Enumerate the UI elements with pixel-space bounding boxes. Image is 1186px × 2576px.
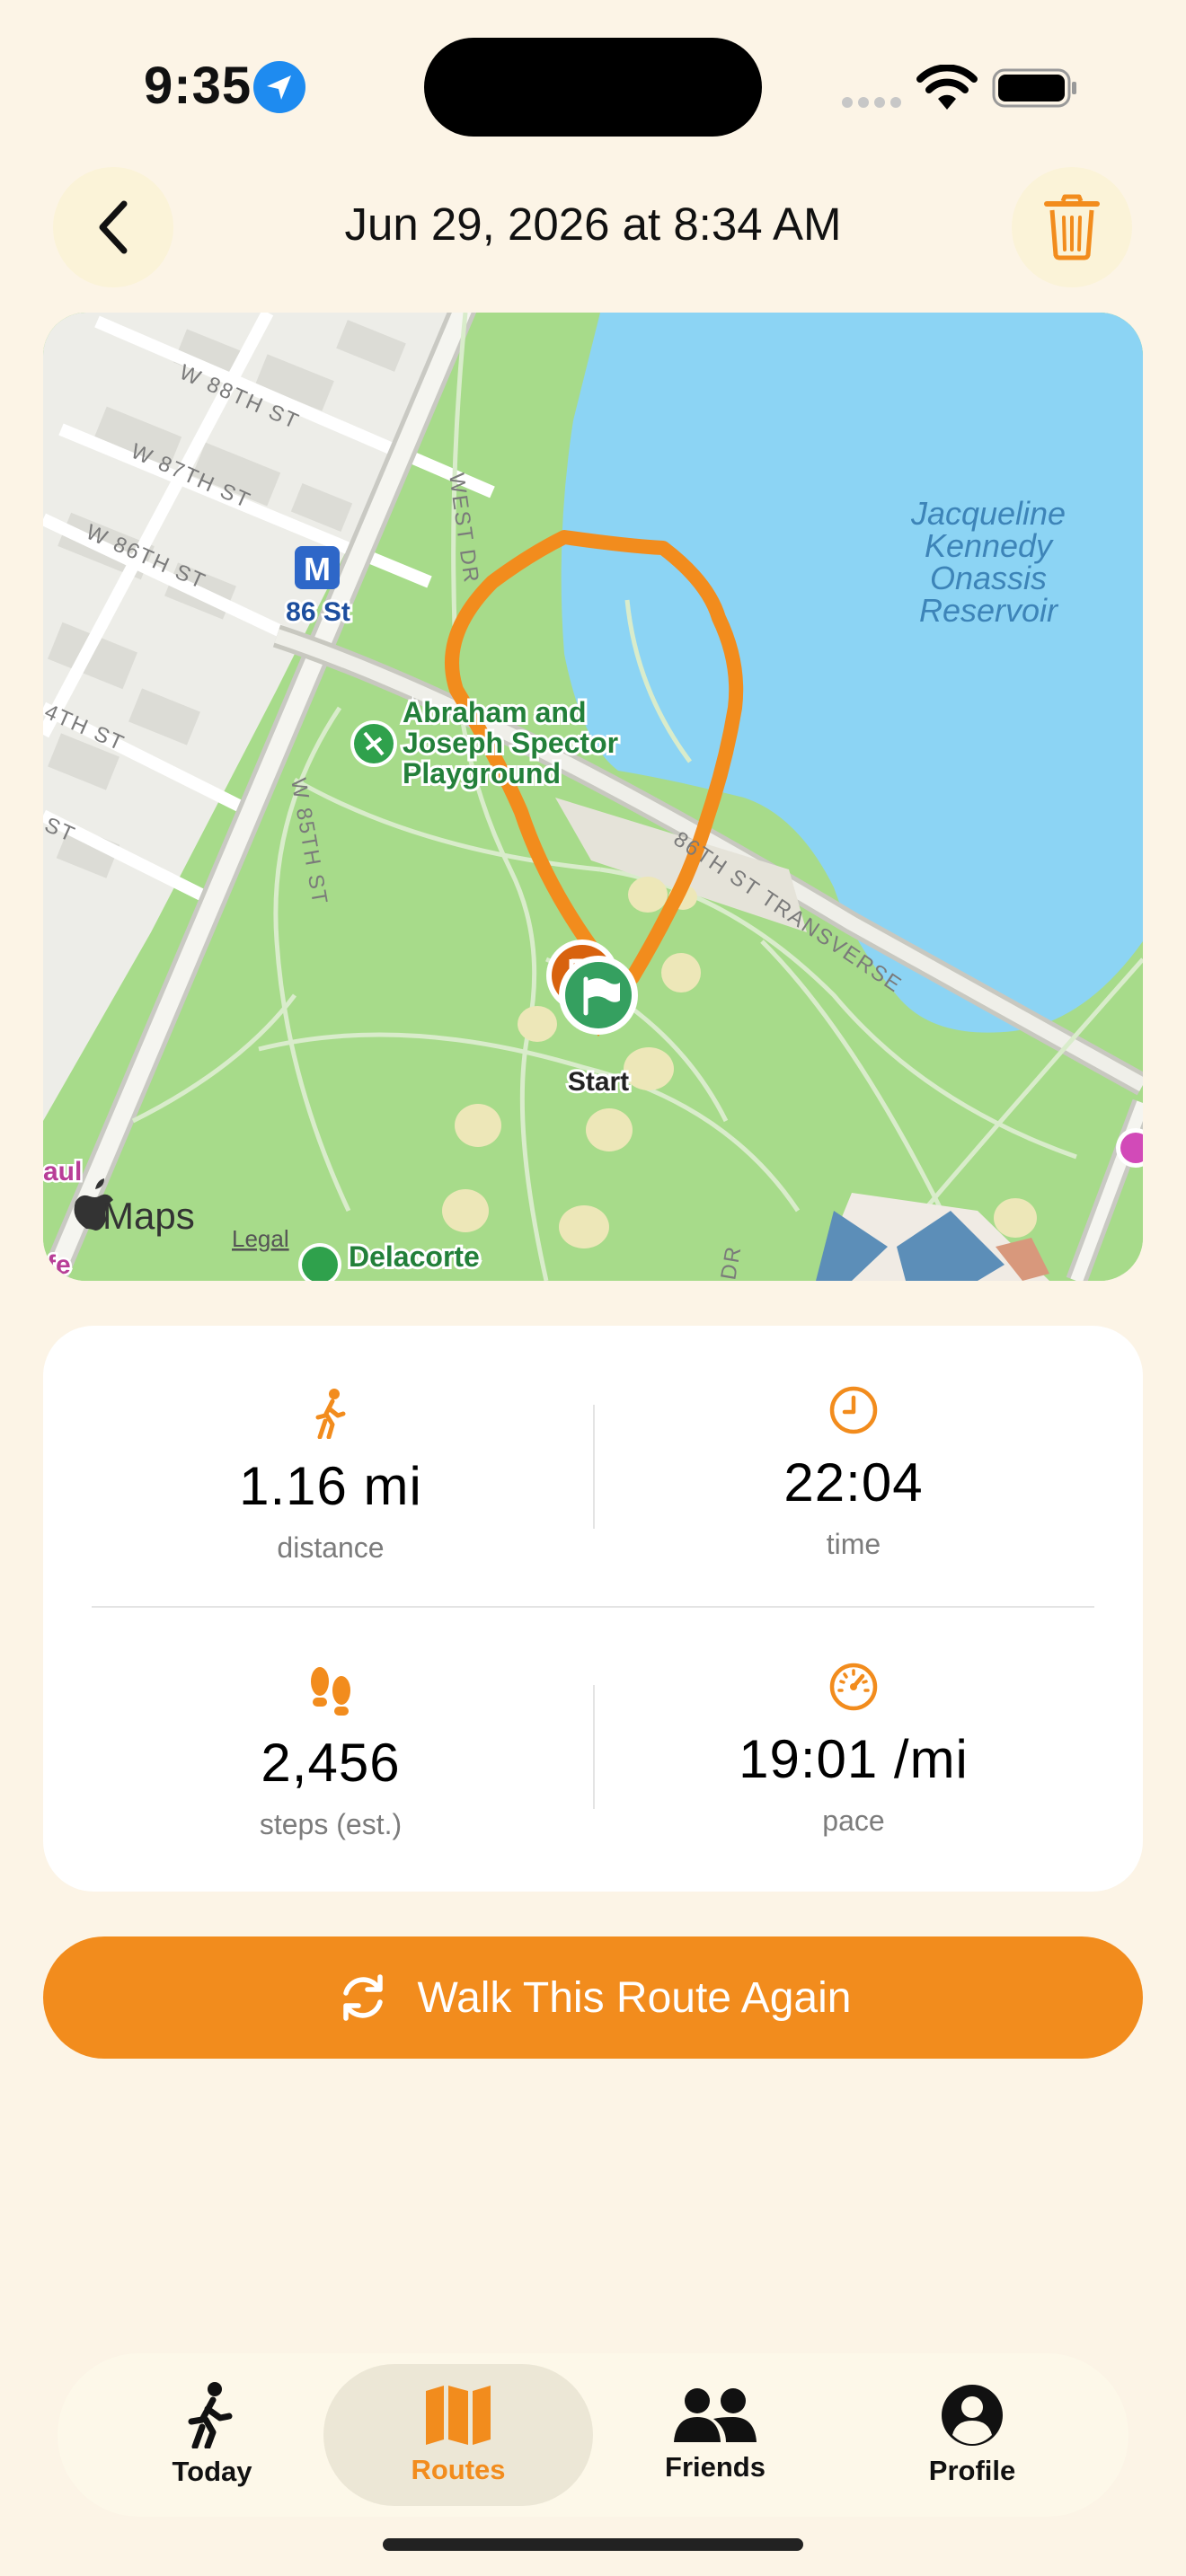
subway-marker[interactable]: M xyxy=(295,546,340,589)
speedometer-icon xyxy=(829,1663,878,1711)
stat-pace: 19:01 /mi pace xyxy=(602,1662,1105,1838)
stat-distance-value: 1.16 mi xyxy=(239,1456,422,1516)
reservoir-label-line4: Reservoir xyxy=(919,592,1059,629)
reservoir-label-line1: Jacqueline xyxy=(910,495,1066,532)
status-bar: 9:35 xyxy=(0,0,1186,162)
clock-icon xyxy=(829,1386,878,1434)
status-time: 9:35 xyxy=(144,57,252,115)
walk-route-again-label: Walk This Route Again xyxy=(417,1973,852,2022)
cellular-signal-icon xyxy=(842,97,901,108)
repeat-icon xyxy=(342,1974,383,2021)
edge-label-aul: aul xyxy=(43,1157,82,1187)
stats-divider-top xyxy=(593,1405,595,1529)
tab-profile-label: Profile xyxy=(928,2455,1016,2486)
tab-friends-label: Friends xyxy=(665,2451,766,2483)
chevron-left-icon xyxy=(99,200,128,254)
stat-distance-label: distance xyxy=(277,1531,385,1564)
stat-steps-value: 2,456 xyxy=(261,1733,401,1793)
home-indicator xyxy=(383,2538,803,2551)
stat-steps: 2,456 steps (est.) xyxy=(79,1665,582,1841)
reservoir-label-line2: Kennedy xyxy=(925,527,1054,564)
stat-time: 22:04 time xyxy=(602,1385,1105,1561)
playground-label-line2: Joseph Spector xyxy=(403,727,618,759)
tab-friends[interactable]: Friends xyxy=(580,2364,850,2506)
trash-icon xyxy=(1044,194,1100,260)
stat-time-value: 22:04 xyxy=(783,1452,924,1513)
tab-profile[interactable]: Profile xyxy=(837,2364,1107,2506)
delete-route-button[interactable] xyxy=(1012,167,1132,287)
tab-routes[interactable]: Routes xyxy=(323,2364,593,2506)
stat-distance: 1.16 mi distance xyxy=(79,1389,582,1565)
playground-label-line3: Playground xyxy=(403,757,561,790)
tab-bar: Today Routes Friends Profile xyxy=(58,2353,1128,2517)
route-map[interactable]: Start M 86 St Abraham and Joseph Spector… xyxy=(43,313,1143,1281)
stats-divider-bottom xyxy=(593,1685,595,1809)
subway-station-label: 86 St xyxy=(286,597,350,627)
people-icon xyxy=(674,2388,757,2442)
battery-icon xyxy=(992,68,1076,108)
wifi-icon xyxy=(916,65,978,110)
map-icon xyxy=(426,2386,491,2445)
stats-divider-middle xyxy=(92,1606,1094,1608)
stat-time-label: time xyxy=(826,1528,881,1560)
footprints-icon xyxy=(311,1667,350,1716)
theater-label: Delacorte xyxy=(349,1240,480,1273)
maps-brand-label: Maps xyxy=(102,1195,195,1237)
start-label: Start xyxy=(568,1067,629,1097)
tab-today-label: Today xyxy=(172,2456,252,2487)
playground-marker[interactable] xyxy=(350,720,397,767)
dynamic-island xyxy=(424,38,762,137)
stat-pace-value: 19:01 /mi xyxy=(739,1729,969,1789)
subway-letter: M xyxy=(304,551,331,587)
location-arrow-icon xyxy=(253,61,305,113)
playground-label-line1: Abraham and xyxy=(403,696,586,728)
walking-person-icon xyxy=(188,2382,233,2448)
back-button[interactable] xyxy=(53,167,173,287)
tab-routes-label: Routes xyxy=(411,2454,506,2485)
edge-label-fe: fe xyxy=(47,1250,71,1280)
stat-pace-label: pace xyxy=(822,1804,885,1837)
route-stats-card: 1.16 mi distance 22:04 time 2,456 steps … xyxy=(43,1326,1143,1892)
legal-link[interactable]: Legal xyxy=(232,1225,289,1252)
person-circle-icon xyxy=(942,2385,1003,2446)
walking-person-icon xyxy=(315,1389,346,1439)
stat-steps-label: steps (est.) xyxy=(259,1808,403,1840)
tab-today[interactable]: Today xyxy=(77,2364,347,2506)
reservoir-label-line3: Onassis xyxy=(930,560,1047,596)
page-title: Jun 29, 2026 at 8:34 AM xyxy=(344,198,842,250)
walk-route-again-button[interactable]: Walk This Route Again xyxy=(43,1936,1143,2059)
